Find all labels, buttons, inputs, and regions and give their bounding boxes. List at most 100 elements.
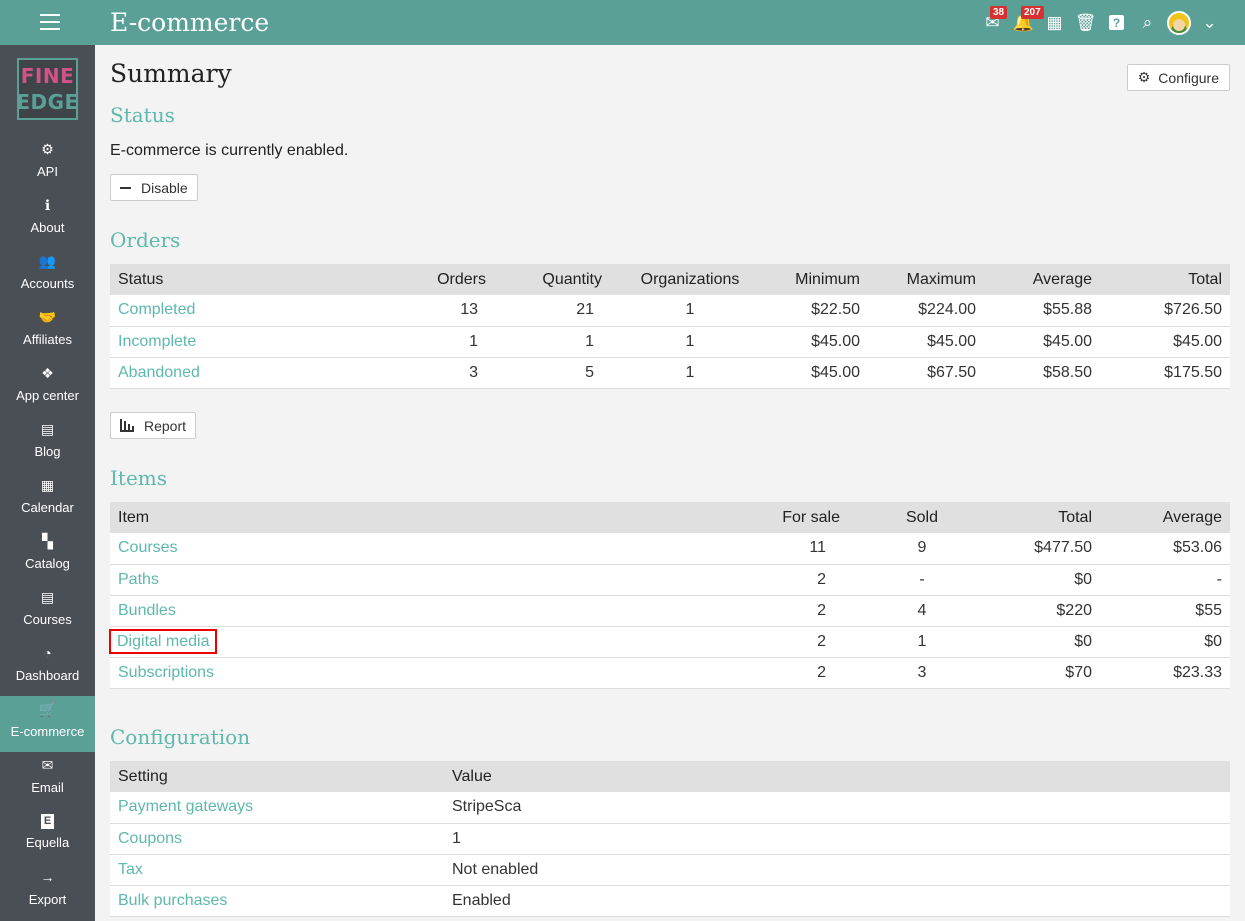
sidebar-item-e-commerce[interactable]: 🛒 E-commerce bbox=[0, 696, 95, 752]
table-cell: $23.33 bbox=[1100, 657, 1230, 689]
sidebar-item-email[interactable]: ✉ Email bbox=[0, 752, 95, 808]
table-header-row: Item For sale Sold Total Average bbox=[110, 502, 1230, 533]
sidebar-item-calendar[interactable]: ▦ Calendar bbox=[0, 472, 95, 528]
gear-icon: ⚙ bbox=[1137, 69, 1151, 85]
calendar-icon[interactable]: ▦ bbox=[1039, 0, 1070, 45]
sidebar-item-courses[interactable]: ▤ Courses bbox=[0, 584, 95, 640]
table-cell: 9 bbox=[864, 533, 980, 565]
trash-icon[interactable]: 🗑 bbox=[1070, 0, 1101, 45]
table-cell: $224.00 bbox=[868, 295, 984, 327]
setting-link[interactable]: Coupons bbox=[110, 823, 444, 855]
table-cell: 2 bbox=[748, 595, 864, 627]
table-cell: $477.50 bbox=[980, 533, 1100, 565]
sidebar-item-catalog[interactable]: ▚ Catalog bbox=[0, 528, 95, 584]
column-header[interactable]: Status bbox=[110, 264, 420, 295]
column-header[interactable]: Average bbox=[1100, 502, 1230, 533]
equella-icon: E bbox=[40, 814, 55, 829]
menu-icon[interactable] bbox=[40, 14, 60, 30]
handshake-icon: 🤝 bbox=[38, 309, 57, 325]
table-cell: $22.50 bbox=[748, 295, 868, 327]
column-header[interactable]: Minimum bbox=[748, 264, 868, 295]
table-cell: $45.00 bbox=[748, 326, 868, 358]
help-icon[interactable]: ? bbox=[1101, 0, 1132, 45]
column-header[interactable]: Item bbox=[110, 502, 748, 533]
disable-button[interactable]: Disable bbox=[110, 174, 198, 201]
configuration-heading: Configuration bbox=[110, 725, 251, 749]
column-header[interactable]: Quantity bbox=[516, 264, 632, 295]
table-row: Abandoned 3 5 1 $45.00 $67.50 $58.50 $17… bbox=[110, 357, 1230, 389]
sidebar-item-dashboard[interactable]: ◔ Dashboard bbox=[0, 640, 95, 696]
bell-icon[interactable]: 🔔 207 bbox=[1008, 0, 1044, 45]
orders-heading: Orders bbox=[110, 228, 181, 252]
column-header[interactable]: Orders bbox=[420, 264, 516, 295]
search-icon[interactable]: ⌕ bbox=[1132, 0, 1163, 45]
sidebar-item-accounts[interactable]: 👥 Accounts bbox=[0, 248, 95, 304]
column-header[interactable]: Total bbox=[980, 502, 1100, 533]
page-title: Summary bbox=[110, 59, 232, 88]
table-cell: $0 bbox=[980, 626, 1100, 658]
mail-icon[interactable]: ✉ 38 bbox=[977, 0, 1008, 45]
item-link-digital-media[interactable]: Digital media bbox=[108, 628, 218, 654]
sidebar-item-equella[interactable]: E Equella bbox=[0, 808, 95, 864]
minus-icon bbox=[120, 186, 131, 189]
table-cell: 2 bbox=[748, 657, 864, 689]
report-button[interactable]: Report bbox=[110, 412, 197, 439]
table-cell: $220 bbox=[980, 595, 1100, 627]
sidebar-item-blog[interactable]: ▤ Blog bbox=[0, 416, 95, 472]
item-cell: Digital media bbox=[108, 626, 748, 658]
table-cell: 5 bbox=[516, 357, 632, 389]
avatar[interactable] bbox=[1163, 0, 1194, 45]
table-cell: 13 bbox=[420, 295, 516, 327]
column-header[interactable]: Value bbox=[444, 761, 1230, 792]
column-header[interactable]: Organizations bbox=[632, 264, 748, 295]
info-icon: ℹ bbox=[44, 197, 51, 213]
sidebar-item-about[interactable]: ℹ About bbox=[0, 192, 95, 248]
order-status-link[interactable]: Incomplete bbox=[110, 326, 420, 358]
table-cell: 11 bbox=[748, 533, 864, 565]
order-status-link[interactable]: Completed bbox=[110, 295, 420, 327]
sidebar-item-export[interactable]: → Export bbox=[0, 864, 95, 920]
sidebar-item-affiliates[interactable]: 🤝 Affiliates bbox=[0, 304, 95, 360]
column-header[interactable]: Total bbox=[1100, 264, 1230, 295]
column-header[interactable]: Maximum bbox=[868, 264, 984, 295]
sidebar-nav: ⚙ API ℹ About 👥 Accounts 🤝 Affiliates ❖ App c… bbox=[0, 136, 95, 920]
apps-icon: ❖ bbox=[41, 365, 54, 381]
item-link[interactable]: Paths bbox=[110, 564, 748, 596]
configure-button[interactable]: ⚙ Configure bbox=[1126, 64, 1230, 91]
table-row: Digital media 2 1 $0 $0 bbox=[108, 626, 1230, 658]
setting-link[interactable]: Tax bbox=[110, 854, 444, 886]
table-cell: 2 bbox=[748, 626, 864, 658]
table-row: Bundles 2 4 $220 $55 bbox=[110, 595, 1230, 627]
chevron-down-icon[interactable]: ⌄ bbox=[1194, 0, 1225, 45]
table-row: Incomplete 1 1 1 $45.00 $45.00 $45.00 $4… bbox=[110, 326, 1230, 358]
table-cell: 1 bbox=[420, 326, 516, 358]
sidebar-item-api[interactable]: ⚙ API bbox=[0, 136, 95, 192]
grid-icon: ▚ bbox=[42, 533, 53, 549]
table-cell: $45.00 bbox=[984, 326, 1100, 358]
calendar-icon: ▦ bbox=[40, 477, 55, 493]
blog-icon: ▤ bbox=[40, 421, 55, 437]
order-status-link[interactable]: Abandoned bbox=[110, 357, 420, 389]
top-bar: E-commerce ✉ 38 🔔 207 ▦ 🗑 ? ⌕ ⌄ bbox=[0, 0, 1245, 45]
sidebar-item-app-center[interactable]: ❖ App center bbox=[0, 360, 95, 416]
table-cell: - bbox=[864, 564, 980, 596]
table-row: Subscriptions 2 3 $70 $23.33 bbox=[110, 657, 1230, 689]
table-cell: 1 bbox=[632, 357, 748, 389]
table-cell: Enabled bbox=[444, 885, 1230, 917]
item-link[interactable]: Subscriptions bbox=[110, 657, 748, 689]
table-row: Tax Not enabled bbox=[110, 854, 1230, 886]
column-header[interactable]: For sale bbox=[748, 502, 864, 533]
column-header[interactable]: Sold bbox=[864, 502, 980, 533]
column-header[interactable]: Setting bbox=[110, 761, 444, 792]
arrow-right-icon: → bbox=[40, 869, 55, 885]
table-cell: $45.00 bbox=[1100, 326, 1230, 358]
logo[interactable]: FINE EDGE bbox=[16, 58, 78, 120]
setting-link[interactable]: Bulk purchases bbox=[110, 885, 444, 917]
item-link[interactable]: Bundles bbox=[110, 595, 748, 627]
item-link[interactable]: Courses bbox=[110, 533, 748, 565]
column-header[interactable]: Average bbox=[984, 264, 1100, 295]
setting-link[interactable]: Payment gateways bbox=[110, 792, 444, 824]
top-icons: ✉ 38 🔔 207 ▦ 🗑 ? ⌕ ⌄ bbox=[977, 0, 1225, 45]
status-text: E-commerce is currently enabled. bbox=[110, 142, 349, 159]
table-cell: 2 bbox=[748, 564, 864, 596]
